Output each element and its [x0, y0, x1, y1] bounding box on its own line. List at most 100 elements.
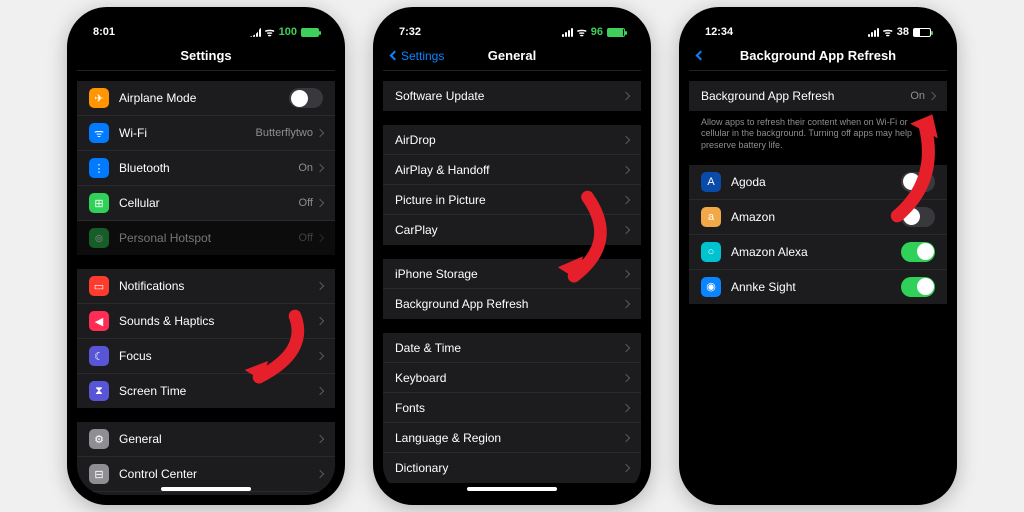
row-general[interactable]: ⚙ General — [77, 422, 335, 457]
back-button[interactable] — [697, 52, 707, 59]
row-label: iPhone Storage — [395, 267, 623, 281]
chevron-left-icon — [696, 51, 706, 61]
row-agoda[interactable]: A Agoda — [689, 165, 947, 200]
section-description: Allow apps to refresh their content when… — [689, 111, 947, 161]
status-time: 8:01 — [93, 26, 115, 38]
row-label: Bluetooth — [119, 161, 298, 175]
app-icon: a — [701, 207, 721, 227]
navbar: Settings General — [383, 41, 641, 71]
row-label: Agoda — [731, 175, 901, 189]
app-icon: ▭ — [89, 276, 109, 296]
row-label: Cellular — [119, 196, 299, 210]
app-icon: ⚙ — [89, 429, 109, 449]
row-sounds-haptics[interactable]: ◀Sounds & Haptics — [77, 304, 335, 339]
row-label: Annke Sight — [731, 280, 901, 294]
row-software-update[interactable]: Software Update — [383, 81, 641, 111]
app-icon: ⊚ — [89, 228, 109, 248]
row-bluetooth[interactable]: ⋮BluetoothOn — [77, 151, 335, 186]
row-value: Off — [299, 197, 313, 209]
row-amazon[interactable]: aAmazon — [689, 200, 947, 235]
battery-percent: 100 — [279, 26, 297, 38]
toggle[interactable] — [901, 277, 935, 297]
home-indicator[interactable] — [161, 487, 251, 491]
notch — [151, 17, 261, 37]
row-annke-sight[interactable]: ◉ Annke Sight — [689, 270, 947, 304]
chevron-right-icon — [622, 135, 630, 143]
row-label: Personal Hotspot — [119, 231, 299, 245]
page-title: Settings — [180, 48, 231, 63]
toggle[interactable] — [901, 207, 935, 227]
app-icon: A — [701, 172, 721, 192]
row-dictionary[interactable]: Dictionary — [383, 453, 641, 483]
app-icon: ᯤ — [89, 123, 109, 143]
page-title: General — [488, 48, 536, 63]
chevron-right-icon — [622, 269, 630, 277]
row-label: CarPlay — [395, 223, 623, 237]
app-icon: ⧗ — [89, 381, 109, 401]
status-time: 12:34 — [705, 26, 733, 38]
chevron-right-icon — [622, 343, 630, 351]
row-cellular[interactable]: ⊞ CellularOff — [77, 186, 335, 221]
wifi-icon: ᯤ — [883, 25, 893, 40]
row-label: Sounds & Haptics — [119, 314, 317, 328]
app-icon: ⊞ — [89, 193, 109, 213]
app-icon: ☾ — [89, 346, 109, 366]
chevron-right-icon — [622, 433, 630, 441]
chevron-right-icon — [622, 403, 630, 411]
row-picture-in-picture[interactable]: Picture in Picture — [383, 185, 641, 215]
row-airdrop[interactable]: AirDrop — [383, 125, 641, 155]
row-amazon-alexa[interactable]: ○Amazon Alexa — [689, 235, 947, 270]
row-background-app-refresh[interactable]: Background App Refresh — [383, 289, 641, 319]
navbar: Settings — [77, 41, 335, 71]
home-indicator[interactable] — [467, 487, 557, 491]
chevron-right-icon — [316, 282, 324, 290]
battery-percent: 96 — [591, 26, 603, 38]
chevron-left-icon — [390, 51, 400, 61]
chevron-right-icon — [622, 165, 630, 173]
row-value: Off — [299, 232, 313, 244]
row-screen-time[interactable]: ⧗Screen Time — [77, 374, 335, 408]
row-label: Focus — [119, 349, 317, 363]
phone-general: 7:32 ᯤ 96 Settings General Software Upda… — [373, 7, 651, 505]
row-focus[interactable]: ☾ Focus — [77, 339, 335, 374]
app-icon: ◉ — [701, 277, 721, 297]
chevron-right-icon — [622, 226, 630, 234]
row-carplay[interactable]: CarPlay — [383, 215, 641, 245]
row-language-region[interactable]: Language & Region — [383, 423, 641, 453]
app-icon: ⋮ — [89, 158, 109, 178]
toggle[interactable] — [901, 242, 935, 262]
back-button[interactable]: Settings — [391, 49, 444, 63]
row-airplay-handoff[interactable]: AirPlay & Handoff — [383, 155, 641, 185]
row-label: Dictionary — [395, 461, 623, 475]
row-label: Fonts — [395, 401, 623, 415]
row-display-brightness[interactable]: AADisplay & Brightness — [77, 492, 335, 495]
row-date-time[interactable]: Date & Time — [383, 333, 641, 363]
toggle[interactable] — [901, 172, 935, 192]
row-personal-hotspot[interactable]: ⊚ Personal HotspotOff — [77, 221, 335, 255]
row-label: Airplane Mode — [119, 91, 289, 105]
row-fonts[interactable]: Fonts — [383, 393, 641, 423]
row-notifications[interactable]: ▭ Notifications — [77, 269, 335, 304]
row-wi-fi[interactable]: ᯤWi-FiButterflytwo — [77, 116, 335, 151]
toggle[interactable] — [289, 88, 323, 108]
wifi-icon: ᯤ — [577, 25, 587, 40]
chevron-right-icon — [316, 199, 324, 207]
app-icon: ⊟ — [89, 464, 109, 484]
row-iphone-storage[interactable]: iPhone Storage — [383, 259, 641, 289]
wifi-icon: ᯤ — [265, 25, 275, 40]
row-label: General — [119, 432, 317, 446]
chevron-right-icon — [622, 464, 630, 472]
chevron-right-icon — [316, 352, 324, 360]
row-label: Notifications — [119, 279, 317, 293]
battery-icon — [913, 28, 931, 37]
row-label: AirDrop — [395, 133, 623, 147]
row-label: Language & Region — [395, 431, 623, 445]
row-keyboard[interactable]: Keyboard — [383, 363, 641, 393]
battery-icon — [607, 28, 625, 37]
row-airplane-mode[interactable]: ✈Airplane Mode — [77, 81, 335, 116]
chevron-right-icon — [316, 164, 324, 172]
phone-bgrefresh: 12:34 ᯤ 38 Background App Refresh Backgr… — [679, 7, 957, 505]
page-title: Background App Refresh — [740, 48, 896, 63]
chevron-right-icon — [316, 234, 324, 242]
row-bg-refresh-master[interactable]: Background App Refresh On — [689, 81, 947, 111]
